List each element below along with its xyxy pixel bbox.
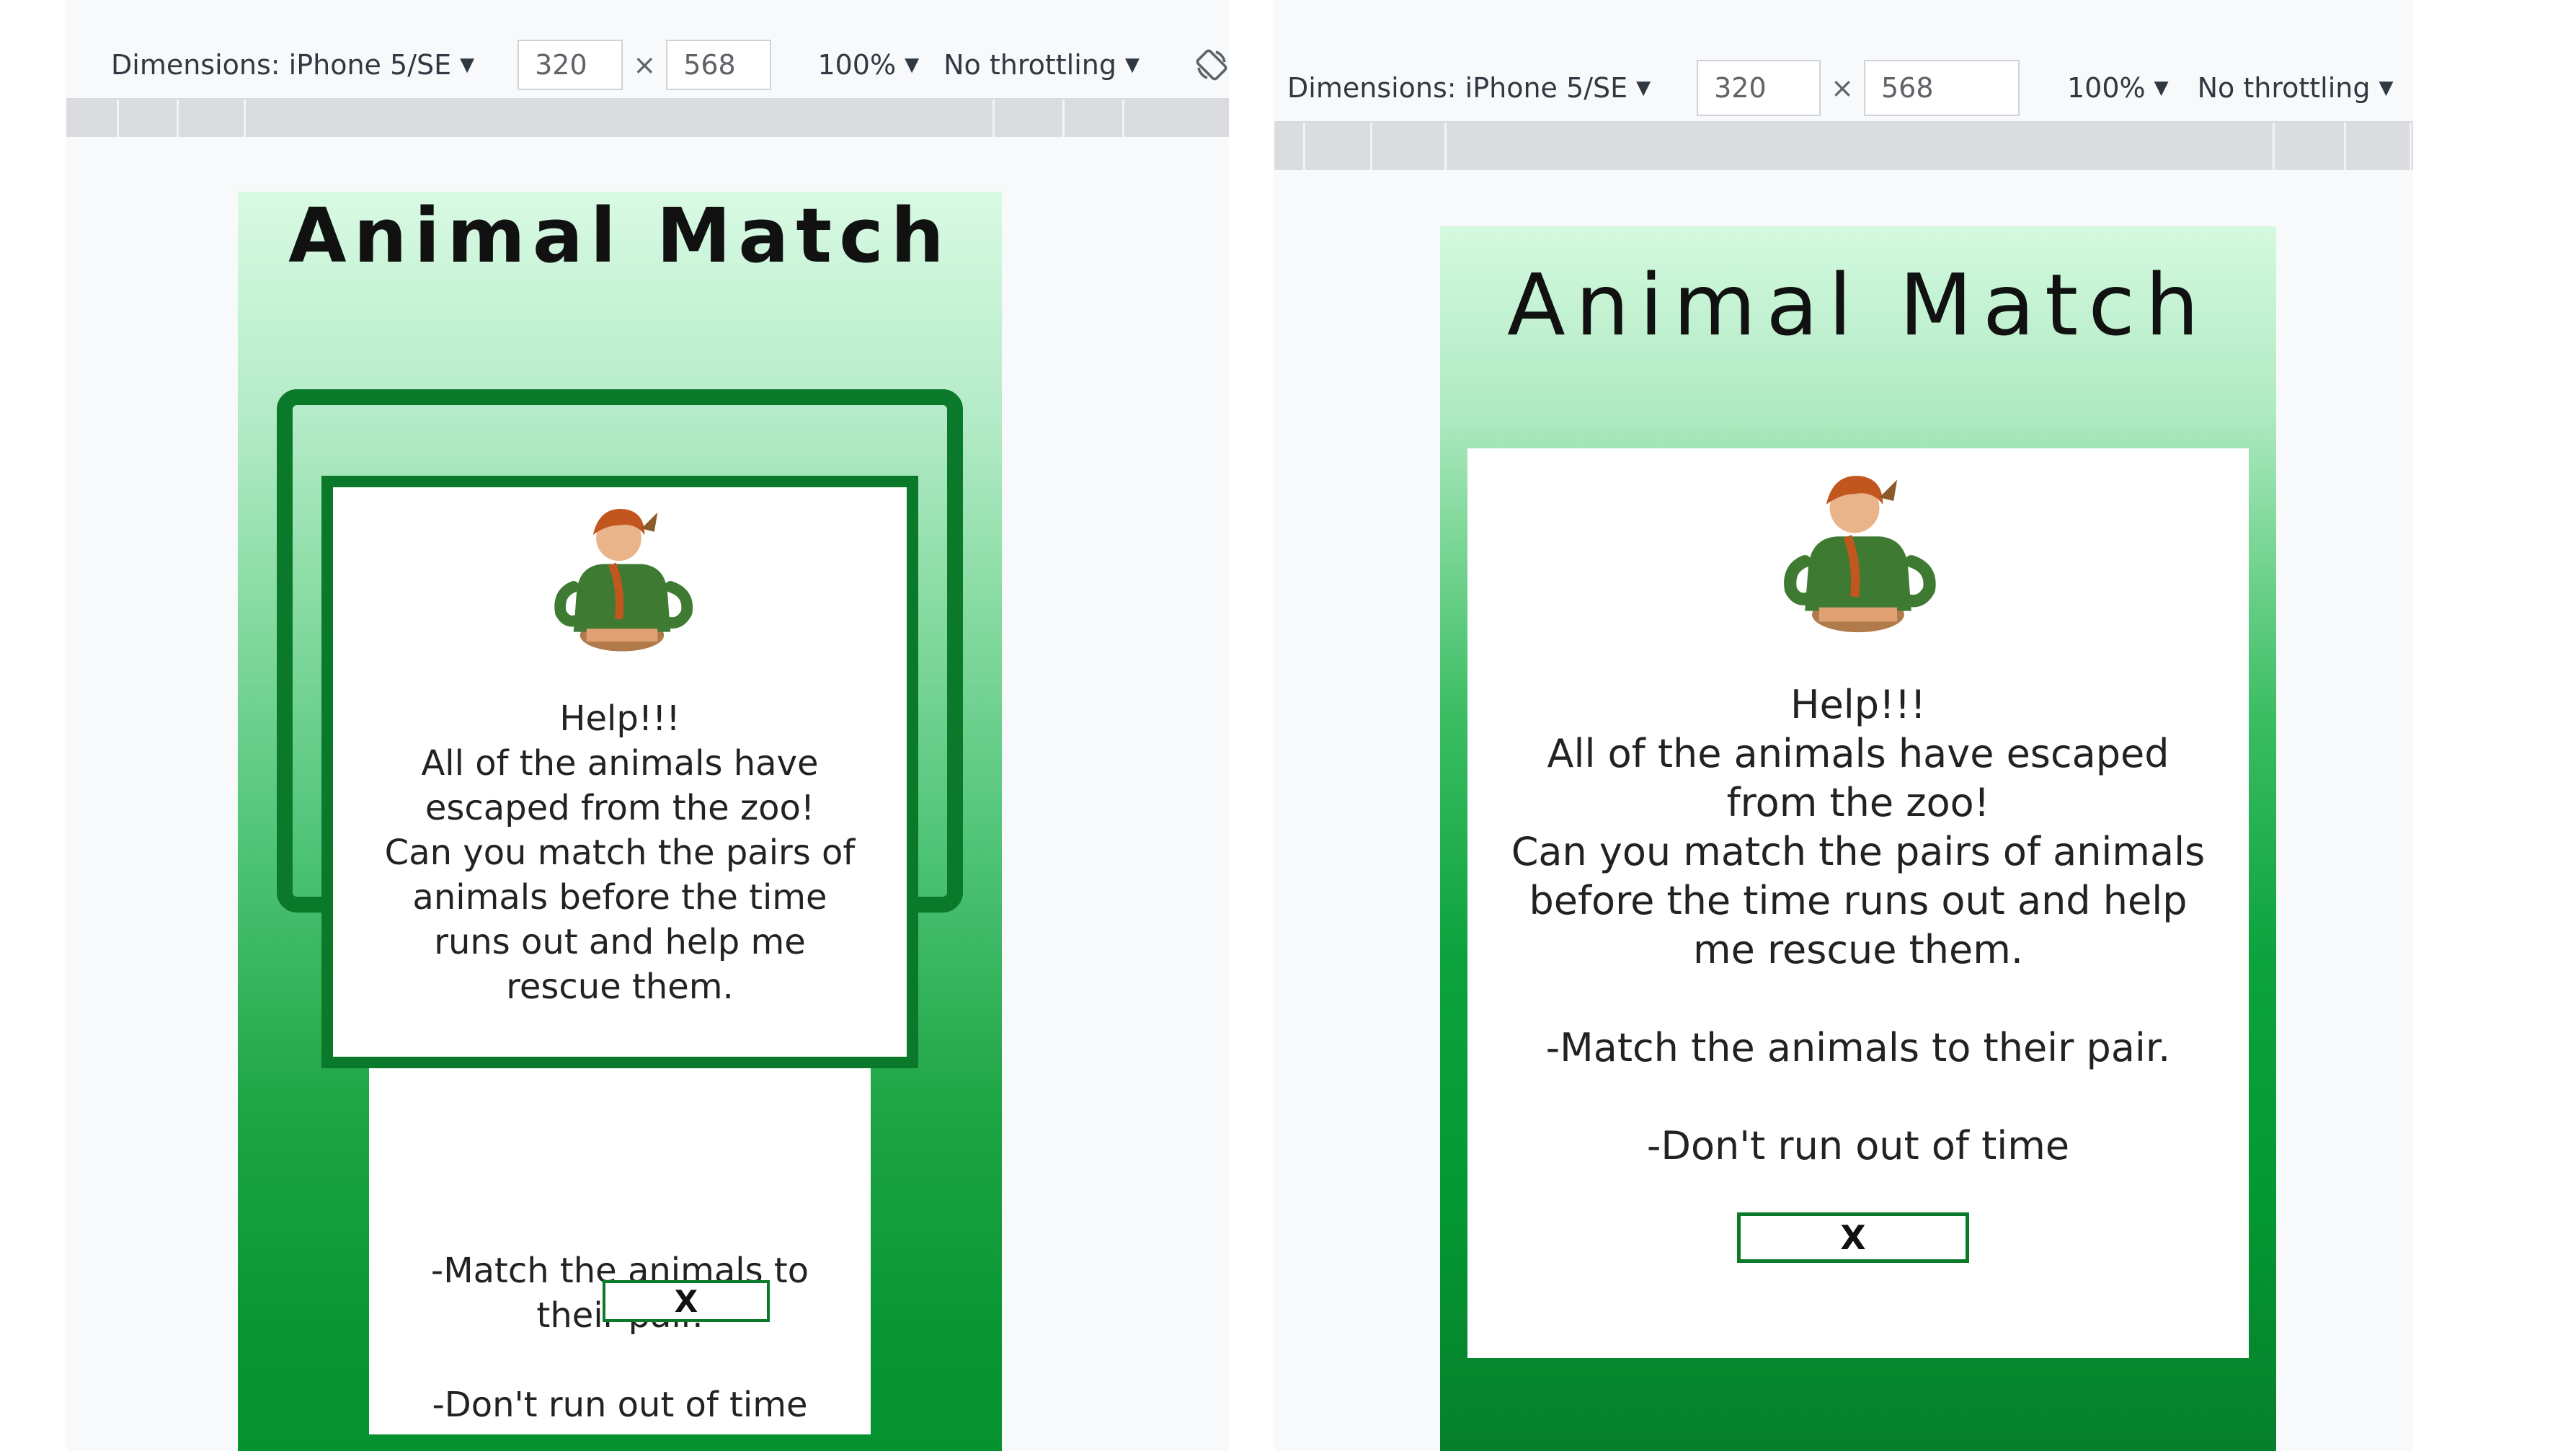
caret-down-icon: ▼ bbox=[2379, 77, 2394, 99]
dimensions-dropdown[interactable]: Dimensions: iPhone 5/SE ▼ bbox=[1287, 72, 1651, 104]
zoom-dropdown[interactable]: 100% ▼ bbox=[817, 49, 919, 81]
devtools-panel-right: Dimensions: iPhone 5/SE ▼ 320 × 568 100%… bbox=[1274, 0, 2413, 1451]
rotate-icon[interactable] bbox=[1194, 48, 1229, 82]
caret-down-icon: ▼ bbox=[1636, 77, 1651, 99]
dimensions-label: Dimensions: iPhone 5/SE bbox=[111, 49, 452, 81]
caret-down-icon: ▼ bbox=[1124, 54, 1140, 76]
instructions-text: Help!!! All of the animals have escaped … bbox=[1467, 680, 2249, 1171]
throttling-dropdown[interactable]: No throttling ▼ bbox=[2198, 72, 2394, 104]
device-toolbar: Dimensions: iPhone 5/SE ▼ 320 × 568 100%… bbox=[66, 32, 1229, 99]
zoom-label: 100% bbox=[817, 49, 897, 81]
zoom-dropdown[interactable]: 100% ▼ bbox=[2067, 72, 2169, 104]
message-line: All of the animals have escaped bbox=[1547, 731, 2169, 776]
message-line: All of the animals have bbox=[421, 743, 819, 784]
rules-text: -Match the animals to their pair. -Don't… bbox=[369, 1248, 871, 1427]
message-line: animals before the time bbox=[412, 877, 827, 918]
device-toolbar: Dimensions: iPhone 5/SE ▼ 320 × 568 100%… bbox=[1274, 55, 2413, 123]
width-input[interactable]: 320 bbox=[1697, 60, 1821, 116]
caret-down-icon: ▼ bbox=[2154, 77, 2169, 99]
height-input[interactable]: 568 bbox=[1863, 60, 2020, 116]
zoom-label: 100% bbox=[2066, 72, 2146, 104]
dimensions-label: Dimensions: iPhone 5/SE bbox=[1287, 72, 1628, 104]
throttling-label: No throttling bbox=[2197, 72, 2371, 104]
width-input[interactable]: 320 bbox=[518, 40, 623, 90]
throttling-dropdown[interactable]: No throttling ▼ bbox=[943, 49, 1140, 81]
zookeeper-illustration bbox=[554, 508, 693, 652]
device-viewport: Animal Match Help!!! All of the animals … bbox=[238, 192, 1002, 1451]
height-input[interactable]: 568 bbox=[666, 40, 772, 90]
throttling-label: No throttling bbox=[943, 49, 1116, 81]
times-sign: × bbox=[1831, 72, 1854, 104]
page-title: Animal Match bbox=[288, 192, 951, 280]
rule-line bbox=[369, 1338, 871, 1383]
message-line: -Don't run out of time bbox=[1646, 1123, 2070, 1168]
media-query-ruler[interactable] bbox=[66, 99, 1229, 137]
zookeeper-illustration bbox=[1784, 476, 1936, 633]
message-line bbox=[1467, 975, 2249, 1024]
instructions-text: Help!!! All of the animals have escaped … bbox=[321, 696, 918, 1009]
message-line bbox=[1467, 1073, 2249, 1122]
page-title: Animal Match bbox=[1507, 255, 2209, 355]
message-line: from the zoo! bbox=[1726, 780, 1990, 825]
message-line: before the time runs out and help bbox=[1529, 878, 2188, 923]
device-viewport: Animal Match Help!!! All of the animals … bbox=[1440, 226, 2276, 1451]
devtools-panel-left: Dimensions: iPhone 5/SE ▼ 320 × 568 100%… bbox=[66, 0, 1229, 1451]
message-line: Can you match the pairs of bbox=[384, 833, 856, 873]
times-sign: × bbox=[633, 49, 657, 81]
close-button[interactable]: X bbox=[603, 1280, 770, 1322]
caret-down-icon: ▼ bbox=[460, 54, 475, 76]
rule-line: -Don't run out of time bbox=[432, 1385, 808, 1425]
message-line: runs out and help me bbox=[434, 922, 806, 962]
media-query-ruler[interactable] bbox=[1274, 123, 2413, 170]
close-button[interactable]: X bbox=[1737, 1212, 1969, 1263]
message-line: Can you match the pairs of animals bbox=[1511, 829, 2206, 874]
message-line: -Match the animals to their pair. bbox=[1545, 1025, 2171, 1070]
dimensions-dropdown[interactable]: Dimensions: iPhone 5/SE ▼ bbox=[111, 49, 474, 81]
message-line: me rescue them. bbox=[1692, 927, 2024, 972]
message-line: Help!!! bbox=[559, 698, 680, 739]
caret-down-icon: ▼ bbox=[905, 54, 920, 76]
message-line: escaped from the zoo! bbox=[425, 788, 815, 828]
message-line: Help!!! bbox=[1790, 682, 1927, 727]
message-line: rescue them. bbox=[506, 967, 734, 1007]
